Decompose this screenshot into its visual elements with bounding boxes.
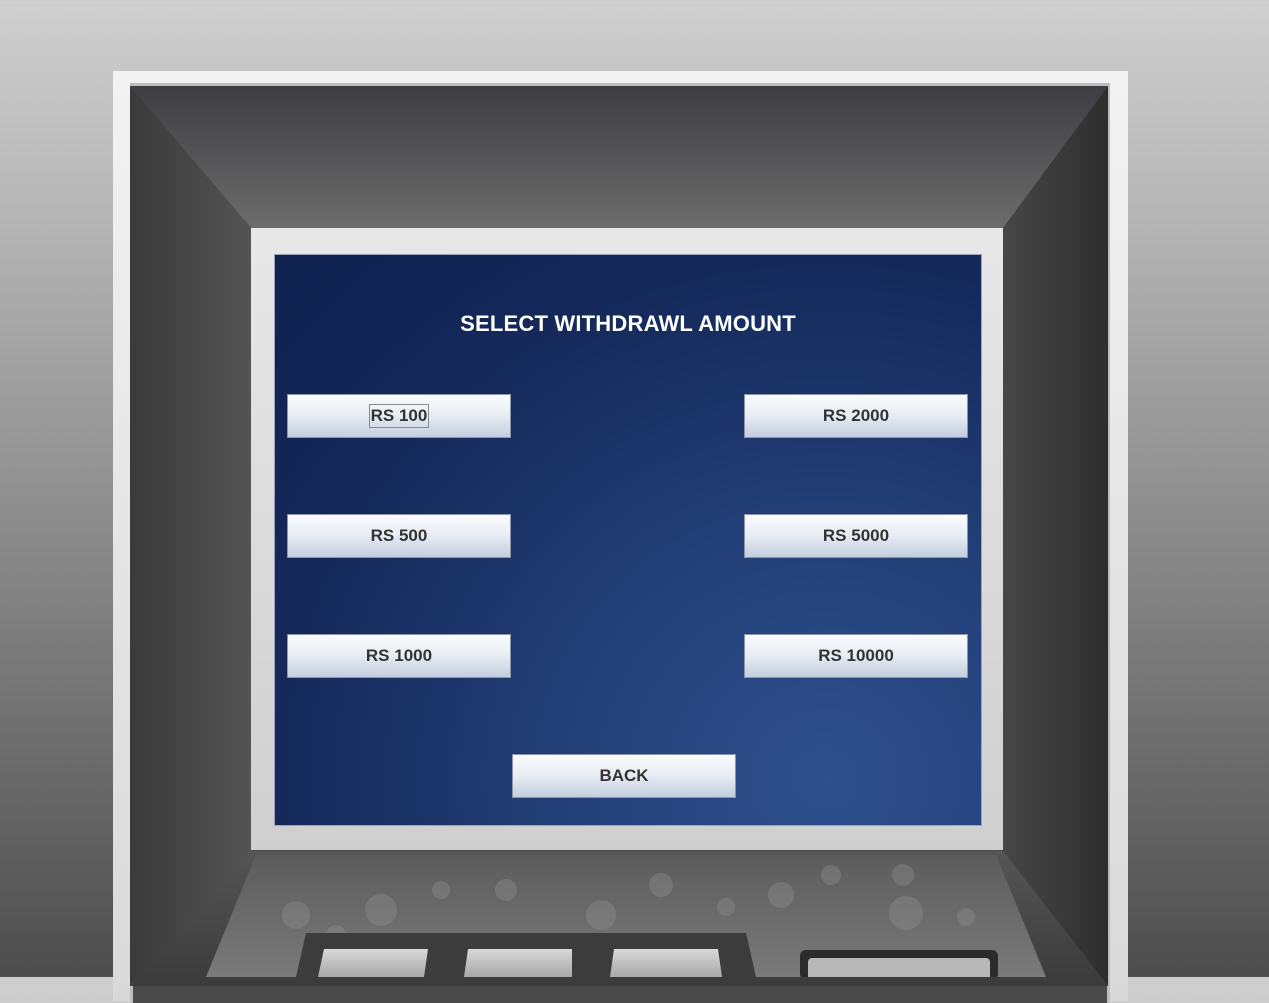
atm-screen: SELECT WITHDRAWL AMOUNT RS 100 RS 2000 R… xyxy=(274,254,982,826)
rs-5000-label: RS 5000 xyxy=(822,526,890,545)
rs-2000-button[interactable]: RS 2000 xyxy=(744,394,968,438)
rs-5000-button[interactable]: RS 5000 xyxy=(744,514,968,558)
rs-500-label: RS 500 xyxy=(370,526,428,545)
rs-1000-label: RS 1000 xyxy=(365,646,433,665)
back-button[interactable]: BACK xyxy=(512,754,736,798)
card-slot xyxy=(800,950,998,977)
rs-500-button[interactable]: RS 500 xyxy=(287,514,511,558)
rs-100-button[interactable]: RS 100 xyxy=(287,394,511,438)
page-title: SELECT WITHDRAWL AMOUNT xyxy=(460,311,796,336)
back-label: BACK xyxy=(599,766,649,785)
atm-keypad-area xyxy=(206,855,1046,977)
keypad-frame xyxy=(296,933,756,977)
rs-2000-label: RS 2000 xyxy=(822,406,890,425)
rs-100-label: RS 100 xyxy=(368,404,430,428)
rs-1000-button[interactable]: RS 1000 xyxy=(287,634,511,678)
rs-10000-button[interactable]: RS 10000 xyxy=(744,634,968,678)
rs-10000-label: RS 10000 xyxy=(818,646,894,665)
